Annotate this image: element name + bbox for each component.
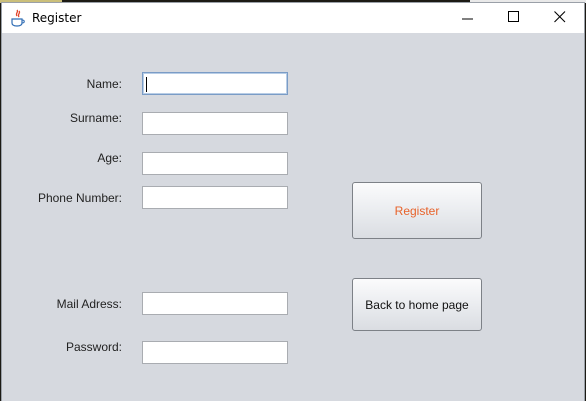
register-window: Register Name: Surname: Age: Phone Numbe… <box>1 2 585 401</box>
password-field[interactable] <box>142 341 288 364</box>
mail-address-field[interactable] <box>142 292 288 315</box>
mail-address-label: Mail Adress: <box>56 297 122 311</box>
name-label: Name: <box>86 77 122 91</box>
close-button[interactable] <box>538 3 584 33</box>
minimize-button[interactable] <box>446 3 492 33</box>
text-caret <box>146 77 147 92</box>
surname-label: Surname: <box>69 111 122 125</box>
phone-number-label: Phone Number: <box>37 191 122 205</box>
close-icon <box>554 11 566 23</box>
age-label: Age: <box>97 151 122 165</box>
age-field[interactable] <box>142 152 288 175</box>
password-label: Password: <box>65 340 122 354</box>
maximize-icon <box>508 11 519 22</box>
phone-number-field[interactable] <box>142 186 288 209</box>
window-title: Register <box>32 11 82 25</box>
surname-field[interactable] <box>142 112 288 135</box>
register-button[interactable]: Register <box>352 182 482 239</box>
maximize-button[interactable] <box>492 3 538 33</box>
back-to-home-button[interactable]: Back to home page <box>352 278 482 331</box>
java-app-icon <box>10 9 26 27</box>
name-field[interactable] <box>142 72 288 95</box>
title-bar[interactable]: Register <box>2 3 584 33</box>
minimize-icon <box>462 18 473 20</box>
